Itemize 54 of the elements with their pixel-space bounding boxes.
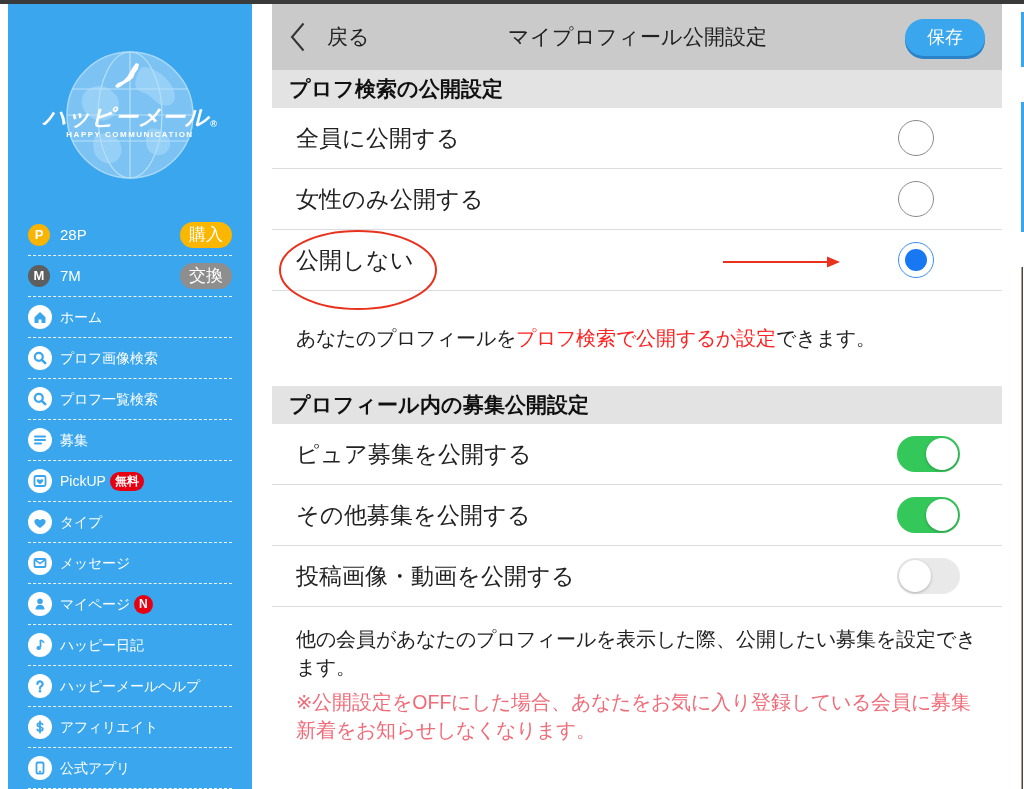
toggle-switch[interactable] (897, 497, 960, 533)
balance-amount: 28P (60, 224, 87, 245)
question-icon (28, 674, 52, 698)
sidebar-item[interactable]: ハッピー日記 (28, 625, 232, 666)
radio-button[interactable] (898, 181, 934, 217)
option-label: 公開しない (296, 245, 414, 275)
list-icon (28, 428, 52, 452)
logo-tagline: HAPPY COMMUNICATION (66, 130, 194, 140)
save-button[interactable]: 保存 (905, 18, 985, 56)
sidebar-item[interactable]: マイページ N (28, 584, 232, 625)
option-label: 投稿画像・動画を公開する (296, 561, 575, 591)
sidebar-item[interactable]: ホーム (28, 297, 232, 338)
sidebar-item[interactable]: 公式アプリ (28, 748, 232, 789)
sidebar-item[interactable]: プロフ一覧検索 (28, 379, 232, 420)
radio-button[interactable] (898, 242, 934, 278)
home-icon (28, 305, 52, 329)
radio-button[interactable] (898, 120, 934, 156)
sidebar-item[interactable]: アフィリエイト (28, 707, 232, 748)
music-note-icon (28, 633, 52, 657)
envelope-icon (28, 551, 52, 575)
toggle-switch[interactable] (897, 436, 960, 472)
coin-marker: P (28, 224, 50, 246)
buy-button[interactable]: 購入 (180, 222, 232, 248)
description-text: 他の会員があなたのプロフィールを表示した際、公開したい募集を設定できます。 (296, 627, 977, 680)
phone-icon (28, 756, 52, 780)
chevron-left-icon (290, 22, 305, 52)
option-label: その他募集を公開する (296, 500, 531, 530)
option-label: 女性のみ公開する (296, 184, 484, 214)
section-header: プロフ検索の公開設定 (272, 70, 1002, 108)
sidebar-item[interactable]: PickUP 無料 (28, 461, 232, 502)
back-button[interactable]: 戻る (290, 21, 370, 53)
sidebar-item[interactable]: メッセージ (28, 543, 232, 584)
sidebar-item[interactable]: ハッピーメールヘルプ (28, 666, 232, 707)
description-text: あなたのプロフィールをプロフ検索で公開するか設定できます。 (296, 326, 877, 351)
sidebar-item[interactable]: プロフ画像検索 (28, 338, 232, 379)
notice-badge: N (134, 594, 153, 614)
search-icon (28, 346, 52, 370)
exchange-button[interactable]: 交換 (180, 263, 232, 289)
sidebar-item[interactable]: タイプ (28, 502, 232, 543)
person-icon (28, 592, 52, 616)
option-label: 全員に公開する (296, 123, 460, 153)
registered-mark: ® (210, 118, 217, 130)
section-header: プロフィール内の募集公開設定 (272, 386, 1002, 424)
coin-marker: M (28, 265, 50, 287)
notice-badge: 無料 (109, 471, 144, 491)
toggle-switch[interactable] (897, 558, 960, 594)
sidebar-item[interactable]: 募集 (28, 420, 232, 461)
option-label: ピュア募集を公開する (296, 439, 532, 469)
page-title: マイプロフィール公開設定 (507, 24, 767, 51)
dollar-icon (28, 715, 52, 739)
logo-title: ハッピーメール (43, 104, 210, 130)
search-icon (28, 387, 52, 411)
balance-amount: 7M (60, 265, 81, 286)
warning-text: ※公開設定をOFFにした場合、あなたをお気に入り登録している会員に募集新着をお知らせしなくなります。 (296, 690, 973, 743)
